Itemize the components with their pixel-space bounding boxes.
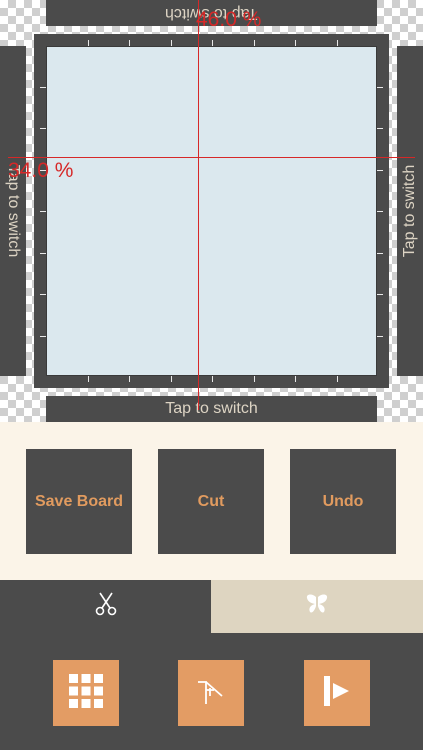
scissors-icon bbox=[95, 592, 117, 621]
corner-cut-icon bbox=[196, 676, 226, 711]
ruler-right bbox=[377, 46, 389, 376]
action-panel: Save Board Cut Undo bbox=[0, 422, 423, 580]
ruler-tick bbox=[87, 376, 89, 382]
ruler-tick bbox=[377, 86, 383, 88]
switch-label-bottom: Tap to switch bbox=[165, 400, 258, 417]
butterfly-icon bbox=[305, 593, 329, 620]
switch-label-right: Tap to switch bbox=[401, 164, 419, 258]
ruler-tick bbox=[377, 169, 383, 171]
canvas-area: Tap to switch Tap to switch Tap to switc… bbox=[0, 0, 423, 422]
ruler-tick bbox=[212, 376, 213, 382]
ruler-top bbox=[34, 34, 389, 46]
play-next-icon bbox=[321, 675, 353, 712]
mode-tabs bbox=[0, 580, 423, 633]
grid-icon bbox=[69, 673, 103, 713]
tab-cut-mode[interactable] bbox=[0, 580, 211, 633]
switch-bar-left[interactable]: Tap to switch bbox=[0, 46, 26, 376]
ruler-tick bbox=[336, 376, 338, 382]
ruler-tick bbox=[377, 335, 383, 337]
horizontal-guide-percent: 34.0 % bbox=[8, 159, 74, 182]
ruler-left bbox=[34, 46, 46, 376]
ruler-tick bbox=[377, 211, 383, 212]
ruler-bottom bbox=[34, 376, 389, 388]
save-board-button[interactable]: Save Board bbox=[26, 449, 132, 554]
ruler-tick bbox=[377, 294, 383, 295]
corner-cut-button[interactable] bbox=[178, 660, 244, 726]
board[interactable] bbox=[46, 46, 377, 376]
bottom-toolbar bbox=[0, 633, 423, 750]
grid-button[interactable] bbox=[53, 660, 119, 726]
ruler-tick bbox=[377, 128, 383, 129]
ruler-tick bbox=[377, 252, 383, 254]
ruler-tick bbox=[170, 376, 172, 382]
switch-bar-right[interactable]: Tap to switch bbox=[397, 46, 423, 376]
vertical-guide-line[interactable] bbox=[198, 0, 199, 410]
ruler-tick bbox=[295, 376, 296, 382]
horizontal-guide-line[interactable] bbox=[8, 157, 415, 158]
undo-button[interactable]: Undo bbox=[290, 449, 396, 554]
next-button[interactable] bbox=[304, 660, 370, 726]
vertical-guide-percent: 46.0 % bbox=[196, 8, 262, 31]
ruler-tick bbox=[129, 376, 130, 382]
tab-fold-mode[interactable] bbox=[211, 580, 423, 633]
switch-bar-bottom[interactable]: Tap to switch bbox=[46, 396, 377, 422]
cut-button[interactable]: Cut bbox=[158, 449, 264, 554]
ruler-tick bbox=[253, 376, 255, 382]
